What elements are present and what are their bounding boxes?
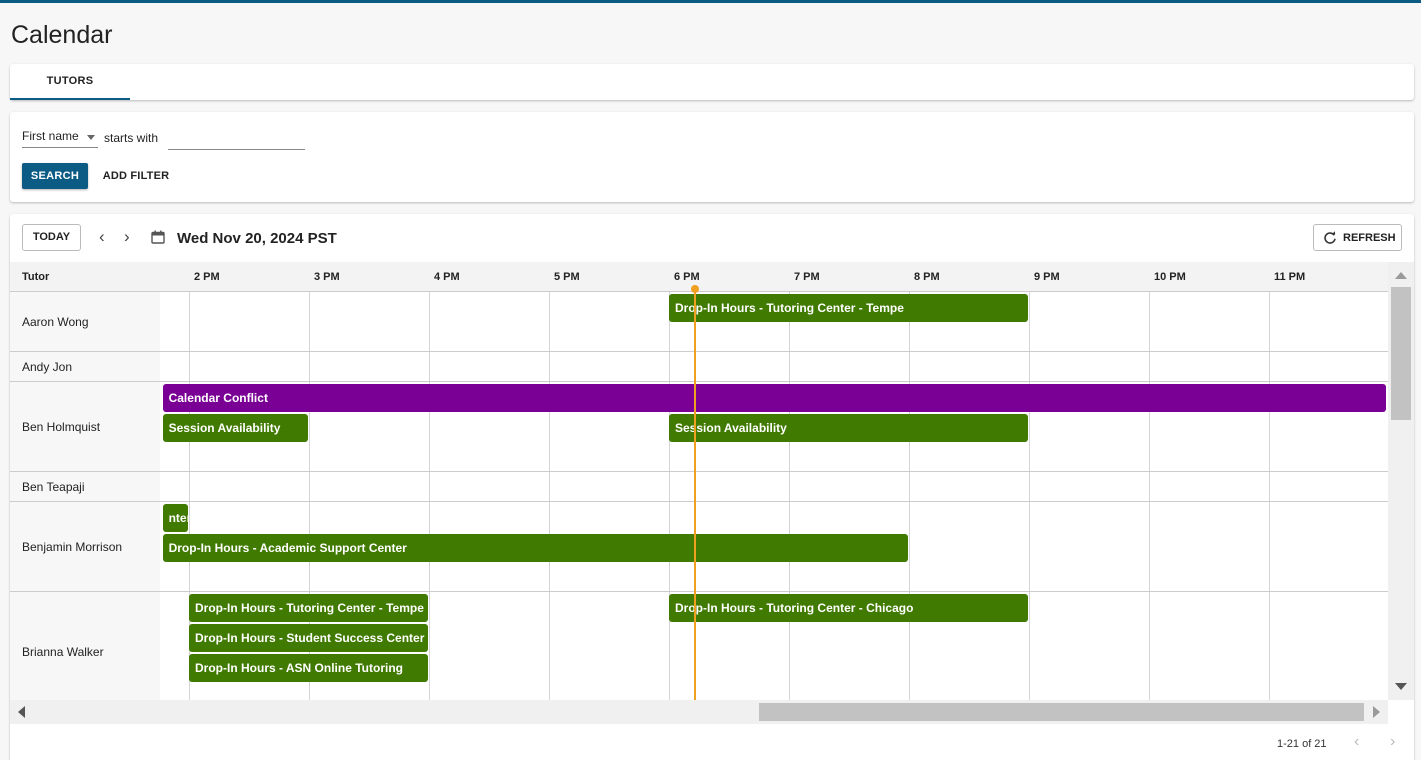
- hour-gridline: [1029, 262, 1030, 700]
- filter-field-value: First name: [22, 129, 79, 143]
- timeline-area: 2 PM 3 PM 4 PM 5 PM 6 PM 7 PM 8 PM 9 PM 10 PM 11 …: [160, 262, 1388, 700]
- scroll-up-icon[interactable]: [1395, 272, 1407, 279]
- horizontal-scroll-thumb[interactable]: [759, 703, 1364, 721]
- chevron-left-icon[interactable]: ‹: [1354, 734, 1359, 750]
- scroll-right-icon[interactable]: [1373, 706, 1380, 718]
- refresh-icon: [1324, 231, 1336, 244]
- filter-field-select[interactable]: First name: [22, 127, 98, 148]
- hour-gridline: [789, 262, 790, 700]
- hour-gridline: [909, 262, 910, 700]
- row-divider: [160, 591, 1388, 592]
- filter-panel: First name starts with SEARCH ADD FILTER: [10, 112, 1414, 202]
- row-divider: [160, 381, 1388, 382]
- schedule-event[interactable]: Drop-In Hours - Academic Support Center: [162, 534, 908, 562]
- page-title: Calendar: [11, 21, 113, 49]
- refresh-button[interactable]: REFRESH: [1313, 224, 1402, 251]
- row-divider: [160, 501, 1388, 502]
- scroll-down-icon[interactable]: [1395, 683, 1407, 690]
- schedule-event[interactable]: Drop-In Hours - Student Success Center: [189, 624, 428, 652]
- timeline-header: 2 PM 3 PM 4 PM 5 PM 6 PM 7 PM 8 PM 9 PM 10 PM 11 …: [160, 262, 1388, 292]
- row-divider: [160, 351, 1388, 352]
- calendar-panel: TODAY ‹ › Wed Nov 20, 2024 PST REFRESH T…: [10, 214, 1414, 760]
- tab-tutors[interactable]: TUTORS: [10, 64, 130, 100]
- chevron-down-icon: [87, 135, 95, 140]
- hour-gridline: [669, 262, 670, 700]
- chevron-left-icon[interactable]: ‹: [99, 228, 105, 245]
- hour-gridline: [549, 262, 550, 700]
- schedule-event[interactable]: Drop-In Hours - Tutoring Center - Tempe: [189, 594, 428, 622]
- add-filter-button[interactable]: ADD FILTER: [98, 163, 174, 189]
- calendar-icon[interactable]: [151, 230, 165, 244]
- horizontal-scrollbar[interactable]: [10, 700, 1388, 724]
- tutor-name[interactable]: Benjamin Morrison: [10, 502, 160, 592]
- schedule-event[interactable]: nter: [162, 504, 188, 532]
- scroll-left-icon[interactable]: [18, 706, 25, 718]
- tutor-name[interactable]: Andy Jon: [10, 352, 160, 382]
- hour-label: 3 PM: [314, 271, 340, 283]
- hour-label: 4 PM: [434, 271, 460, 283]
- tutor-name[interactable]: Ben Holmquist: [10, 382, 160, 472]
- schedule-grid: Tutor Aaron Wong Andy Jon Ben Holmquist Ben…: [10, 262, 1388, 700]
- row-divider: [160, 471, 1388, 472]
- chevron-right-icon[interactable]: ›: [1390, 734, 1395, 750]
- hour-label: 5 PM: [554, 271, 580, 283]
- tabs-bar: TUTORS: [10, 64, 1414, 100]
- hour-gridline: [429, 262, 430, 700]
- hour-label: 8 PM: [914, 271, 940, 283]
- tutor-name[interactable]: Ben Teapaji: [10, 472, 160, 502]
- vertical-scroll-thumb[interactable]: [1391, 287, 1411, 420]
- schedule-event[interactable]: Session Availability: [669, 414, 1028, 442]
- filter-value-input[interactable]: [168, 129, 305, 150]
- hour-label: 10 PM: [1154, 271, 1186, 283]
- hour-label: 7 PM: [794, 271, 820, 283]
- hour-label: 2 PM: [194, 271, 220, 283]
- today-button[interactable]: TODAY: [22, 224, 81, 251]
- tutor-column-header: Tutor: [10, 262, 160, 292]
- hour-label: 11 PM: [1274, 271, 1306, 283]
- schedule-event[interactable]: Drop-In Hours - Tutoring Center - Chicag…: [669, 594, 1028, 622]
- tutor-column: Tutor Aaron Wong Andy Jon Ben Holmquist Ben…: [10, 262, 160, 700]
- vertical-scrollbar[interactable]: [1388, 262, 1414, 700]
- current-date: Wed Nov 20, 2024 PST: [177, 230, 337, 247]
- hour-gridline: [1149, 262, 1150, 700]
- filter-operator-label: starts with: [104, 131, 159, 145]
- pagination-range: 1-21 of 21: [1277, 738, 1327, 750]
- refresh-label: REFRESH: [1343, 232, 1396, 244]
- active-tab-indicator: [10, 98, 130, 100]
- calendar-conflict-event[interactable]: Calendar Conflict: [162, 384, 1386, 412]
- hour-label: 6 PM: [674, 271, 700, 283]
- top-accent-bar: [0, 0, 1421, 3]
- schedule-event[interactable]: Drop-In Hours - ASN Online Tutoring: [189, 654, 428, 682]
- chevron-right-icon[interactable]: ›: [124, 228, 130, 245]
- hour-gridline: [1269, 262, 1270, 700]
- schedule-event[interactable]: Session Availability: [162, 414, 308, 442]
- tutor-name[interactable]: Brianna Walker: [10, 592, 160, 700]
- hour-label: 9 PM: [1034, 271, 1060, 283]
- current-time-line: [694, 289, 697, 700]
- search-button[interactable]: SEARCH: [22, 163, 88, 189]
- tutor-name[interactable]: Aaron Wong: [10, 292, 160, 352]
- schedule-event[interactable]: Drop-In Hours - Tutoring Center - Tempe: [669, 294, 1028, 322]
